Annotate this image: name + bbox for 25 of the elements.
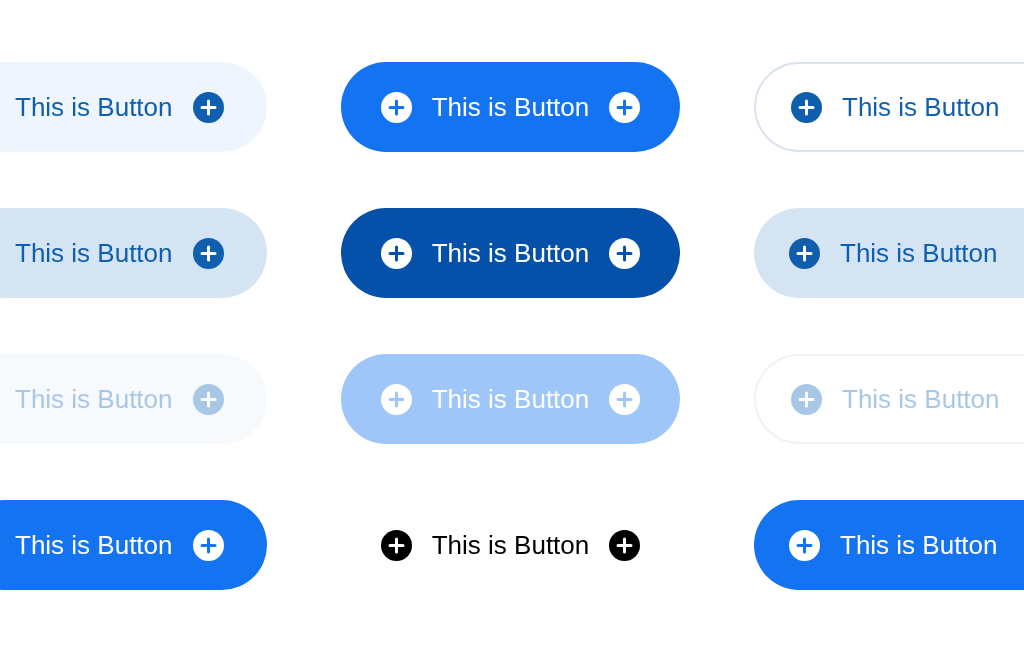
pill-button[interactable]: This is Button [0, 500, 267, 590]
pill-button[interactable]: This is Button [754, 62, 1024, 152]
pill-button[interactable]: This is Button [0, 62, 267, 152]
plus-icon [380, 529, 412, 561]
plus-icon [609, 383, 641, 415]
plus-icon [380, 91, 412, 123]
plus-icon [192, 91, 224, 123]
plus-icon [609, 91, 641, 123]
pill-button[interactable]: This is Button [341, 500, 680, 590]
pill-button[interactable]: This is Button [341, 208, 680, 298]
plus-icon [609, 529, 641, 561]
pill-button[interactable]: This is Button [341, 62, 680, 152]
plus-icon [789, 237, 820, 269]
plus-icon [609, 237, 641, 269]
plus-icon [380, 383, 412, 415]
pill-button[interactable]: This is Button [754, 208, 1024, 298]
plus-icon [192, 237, 224, 269]
plus-icon [791, 383, 822, 415]
plus-icon [791, 91, 822, 123]
pill-button[interactable]: This is Button [0, 208, 267, 298]
pill-button[interactable]: This is Button [754, 500, 1024, 590]
plus-icon [380, 237, 412, 269]
plus-icon [192, 529, 224, 561]
plus-icon [192, 383, 224, 415]
plus-icon [789, 529, 820, 561]
